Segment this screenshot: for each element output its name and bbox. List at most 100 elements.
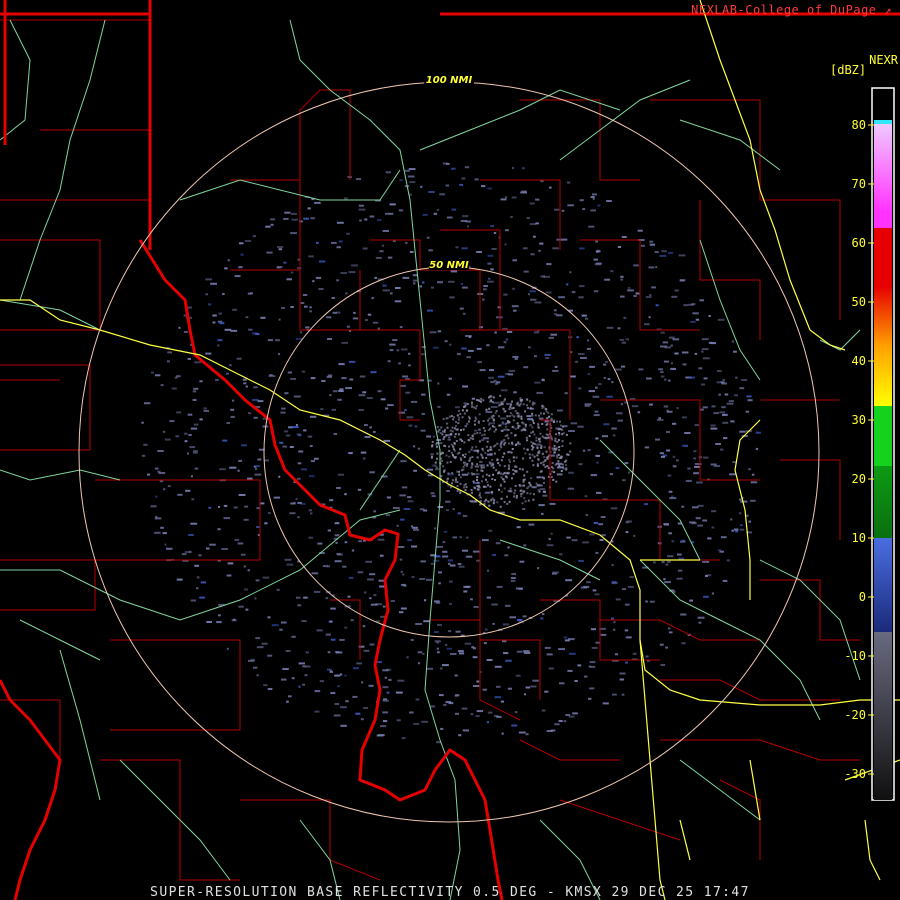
echo-pixel — [504, 475, 507, 478]
echo-pixel — [537, 422, 540, 425]
echo-pixel — [531, 453, 534, 456]
echo-pixel — [722, 413, 728, 416]
echo-pixel — [335, 651, 343, 654]
echo-pixel — [437, 330, 442, 333]
echo-pixel — [428, 249, 433, 252]
color-scale-band — [874, 124, 892, 212]
echo-pixel — [491, 400, 494, 403]
echo-pixel — [589, 661, 596, 664]
echo-pixel — [532, 235, 536, 238]
echo-pixel — [438, 571, 442, 574]
echo-pixel — [582, 208, 586, 211]
echo-pixel — [516, 422, 519, 425]
echo-pixel — [671, 362, 673, 365]
echo-pixel — [348, 452, 353, 455]
echo-pixel — [532, 419, 534, 422]
echo-pixel — [360, 718, 364, 721]
echo-pixel — [581, 314, 587, 317]
echo-pixel — [571, 291, 576, 294]
echo-pixel — [504, 229, 509, 232]
echo-pixel — [528, 523, 535, 526]
echo-pixel — [358, 208, 366, 211]
echo-pixel — [199, 418, 203, 421]
echo-pixel — [594, 410, 599, 413]
echo-pixel — [516, 412, 519, 415]
echo-pixel — [374, 276, 378, 279]
echo-pixel — [389, 343, 396, 346]
echo-pixel — [289, 512, 296, 515]
echo-pixel — [520, 495, 523, 498]
echo-pixel — [603, 423, 610, 426]
color-scale-tick-label: 60 — [852, 236, 866, 250]
echo-pixel — [625, 661, 628, 664]
echo-pixel — [508, 490, 511, 493]
echo-pixel — [403, 508, 411, 510]
source-credit[interactable]: NEXLAB-College of DuPage ↗ — [691, 3, 892, 17]
echo-pixel — [529, 406, 532, 409]
echo-pixel — [496, 685, 501, 688]
echo-pixel — [730, 518, 733, 521]
echo-pixel — [735, 376, 738, 379]
echo-pixel — [456, 414, 459, 417]
echo-pixel — [164, 543, 167, 546]
echo-pixel — [352, 317, 359, 320]
echo-pixel — [691, 522, 697, 525]
echo-pixel — [554, 464, 557, 466]
echo-pixel — [162, 430, 166, 433]
echo-pixel — [187, 357, 191, 360]
echo-pixel — [493, 426, 496, 429]
echo-pixel — [667, 474, 672, 477]
echo-pixel — [288, 695, 292, 698]
echo-pixel — [533, 443, 536, 445]
echo-pixel — [446, 216, 453, 219]
echo-pixel — [722, 579, 728, 582]
echo-pixel — [468, 459, 471, 462]
echo-pixel — [492, 445, 495, 448]
echo-pixel — [463, 402, 467, 405]
echo-pixel — [490, 268, 494, 271]
echo-pixel — [499, 403, 502, 406]
echo-pixel — [523, 650, 530, 653]
echo-pixel — [538, 438, 540, 441]
echo-pixel — [511, 448, 514, 450]
echo-pixel — [218, 614, 221, 617]
echo-pixel — [430, 492, 435, 495]
echo-pixel — [680, 613, 687, 616]
echo-pixel — [298, 434, 302, 437]
echo-pixel — [208, 506, 212, 509]
echo-pixel — [513, 460, 515, 462]
echo-pixel — [565, 433, 568, 436]
echo-pixel — [542, 490, 545, 493]
echo-pixel — [540, 446, 543, 449]
echo-pixel — [733, 350, 737, 353]
echo-pixel — [458, 734, 462, 737]
echo-pixel — [278, 475, 281, 478]
echo-pixel — [544, 420, 549, 423]
echo-pixel — [660, 455, 665, 458]
echo-pixel — [544, 407, 547, 410]
echo-pixel — [320, 408, 324, 411]
echo-pixel — [417, 662, 421, 665]
echo-pixel — [510, 215, 513, 218]
echo-pixel — [747, 399, 753, 402]
echo-pixel — [332, 311, 337, 314]
echo-pixel — [511, 477, 513, 480]
echo-pixel — [717, 318, 725, 321]
echo-pixel — [538, 417, 544, 420]
echo-pixel — [456, 485, 459, 487]
echo-pixel — [455, 440, 458, 442]
echo-pixel — [468, 420, 470, 423]
echo-pixel — [355, 712, 361, 715]
echo-pixel — [479, 369, 486, 372]
echo-pixel — [482, 688, 487, 691]
echo-pixel — [590, 628, 596, 631]
echo-pixel — [203, 409, 209, 412]
echo-pixel — [492, 396, 495, 399]
echo-pixel — [229, 466, 237, 469]
echo-pixel — [453, 441, 456, 444]
echo-pixel — [474, 465, 477, 468]
echo-pixel — [369, 573, 376, 576]
echo-pixel — [567, 204, 574, 207]
ring-100-nmi — [78, 81, 820, 823]
color-scale-tick-label: -20 — [844, 708, 866, 722]
